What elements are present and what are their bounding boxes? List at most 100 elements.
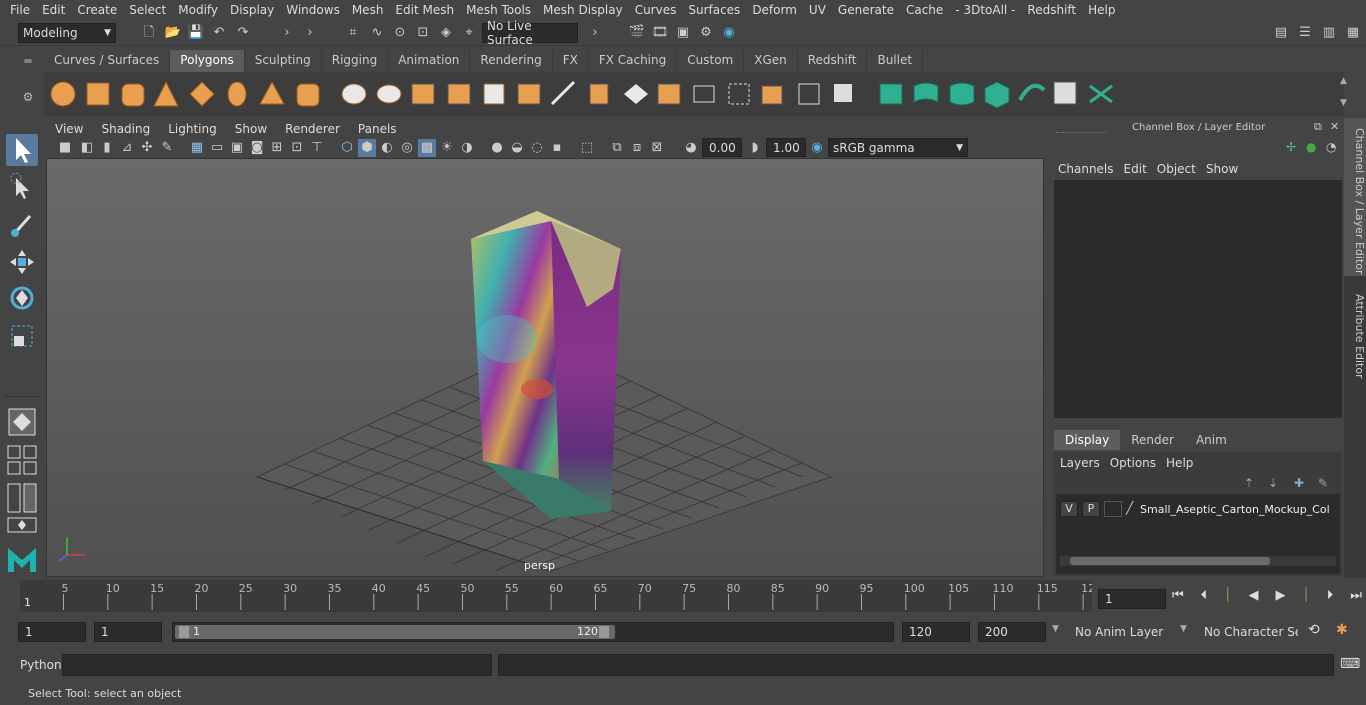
go-to-start-icon[interactable]: ⏮ <box>1172 588 1184 608</box>
menu-file[interactable]: File <box>4 3 36 17</box>
shelf-scroll-up-icon[interactable]: ▲ <box>1340 76 1347 86</box>
script-editor-icon[interactable]: ⌨ <box>1340 656 1360 672</box>
wireframe-icon[interactable]: ⬡ <box>338 139 356 157</box>
visibility-toggle[interactable]: V <box>1060 501 1078 517</box>
shelf-tab-curves-surfaces[interactable]: Curves / Surfaces <box>44 50 171 72</box>
isolate-select-icon[interactable]: ⬚ <box>578 139 596 157</box>
tab-channel-box[interactable]: Channel Box / Layer Editor <box>1344 118 1366 276</box>
anim-layer-dropdown[interactable]: No Anim Layer <box>1068 622 1172 642</box>
snap-point-icon[interactable]: ⊙ <box>391 24 409 42</box>
layout-quad-icon[interactable] <box>6 444 38 476</box>
ambient-occlusion-icon[interactable]: ● <box>488 139 506 157</box>
gear-icon[interactable]: ⚙ <box>18 90 38 104</box>
arrow-right-icon[interactable]: › <box>278 24 296 42</box>
snap-live-icon[interactable]: ⌖ <box>460 24 478 42</box>
lights-icon[interactable]: ☀ <box>438 139 456 157</box>
playback-toggle[interactable]: P <box>1082 501 1100 517</box>
time-slider[interactable]: 5 10 15 20 25 30 35 40 45 50 55 60 65 70 75 80 85 90 95 100… <box>20 580 1095 612</box>
layer-row[interactable]: V P ╱ Small_Aseptic_Carton_Mockup_Color <box>1060 500 1336 518</box>
default-material-icon[interactable]: ◐ <box>378 139 396 157</box>
playback-start-field[interactable]: 1 <box>94 622 162 642</box>
save-scene-icon[interactable]: 💾 <box>187 24 205 42</box>
range-slider-handle[interactable]: 1 120 <box>175 625 615 639</box>
rotate-tool-icon[interactable] <box>6 282 38 314</box>
menu-cache[interactable]: Cache <box>900 3 949 17</box>
gamma-icon[interactable]: ◗ <box>746 139 764 157</box>
shelf-tab-fx[interactable]: FX <box>553 50 589 72</box>
menu-help[interactable]: Help <box>1082 3 1121 17</box>
toggle-panel-icon[interactable]: ▥ <box>1320 24 1338 42</box>
step-forward-icon[interactable]: ⏵ <box>1327 588 1334 608</box>
resolution-gate-icon[interactable]: ▣ <box>228 139 246 157</box>
select-tool-icon[interactable] <box>6 134 38 166</box>
mode-dropdown[interactable]: Modeling ▼ <box>18 23 116 43</box>
menu-edit[interactable]: Edit <box>36 3 71 17</box>
paint-select-icon[interactable] <box>6 208 38 240</box>
range-start-grip[interactable] <box>179 626 189 638</box>
shelf-tab-sculpting[interactable]: Sculpting <box>245 50 322 72</box>
perspective-viewport[interactable]: persp <box>46 158 1044 577</box>
chevron-down-icon[interactable]: ▼ <box>1052 624 1059 634</box>
ipr-render-icon[interactable]: ▣ <box>674 24 692 42</box>
menu-edit-mesh[interactable]: Edit Mesh <box>389 3 460 17</box>
float-panel-icon[interactable]: ⧉ <box>1314 120 1322 134</box>
range-slider[interactable]: 1 120 <box>172 622 894 642</box>
channel-toggle-icon[interactable]: ◔ <box>1326 140 1336 154</box>
two-d-pan-icon[interactable]: ✣ <box>138 139 156 157</box>
layer-tab-render[interactable]: Render <box>1120 430 1185 450</box>
film-gate-icon[interactable]: ▭ <box>208 139 226 157</box>
depth-of-field-icon[interactable]: ▪ <box>548 139 566 157</box>
textured-icon[interactable]: ▩ <box>418 139 436 157</box>
shelf-tab-animation[interactable]: Animation <box>388 50 471 72</box>
chevron-down-icon[interactable]: ▼ <box>1180 624 1187 634</box>
grease-pencil-icon[interactable]: ✎ <box>158 139 176 157</box>
snap-view-icon[interactable]: ⊡ <box>414 24 432 42</box>
shelf-tab-xgen[interactable]: XGen <box>744 50 798 72</box>
layer-menu-options[interactable]: Options <box>1108 456 1164 470</box>
camera-attr-icon[interactable]: ◧ <box>78 139 96 157</box>
motion-blur-icon[interactable]: ◒ <box>508 139 526 157</box>
channelbox-menu-object[interactable]: Object <box>1155 162 1204 176</box>
undo-icon[interactable]: ↶ <box>210 24 228 42</box>
axis-toggle-icon[interactable]: ✢ <box>1286 140 1296 154</box>
channelbox-menu-edit[interactable]: Edit <box>1122 162 1155 176</box>
viewport-menu-panels[interactable]: Panels <box>349 122 406 136</box>
horizontal-scrollbar[interactable] <box>1060 556 1336 566</box>
scrollbar-thumb[interactable] <box>1070 557 1270 565</box>
step-forward-key-icon[interactable]: ⏐ <box>1302 588 1309 608</box>
shadows-icon[interactable]: ◑ <box>458 139 476 157</box>
step-back-key-icon[interactable]: ⏐ <box>1224 588 1231 608</box>
layer-name[interactable]: Small_Aseptic_Carton_Mockup_Color <box>1140 503 1330 516</box>
shelf-tab-custom[interactable]: Custom <box>677 50 745 72</box>
script-language-label[interactable]: Python <box>20 658 62 672</box>
layer-tab-anim[interactable]: Anim <box>1185 430 1238 450</box>
anti-alias-icon[interactable]: ◌ <box>528 139 546 157</box>
character-set-dropdown[interactable]: No Character Set <box>1197 622 1299 642</box>
arrow-right-icon[interactable]: › <box>301 24 319 42</box>
new-scene-icon[interactable]: 🗋 <box>140 24 158 42</box>
grid-icon[interactable]: ▦ <box>188 139 206 157</box>
open-scene-icon[interactable]: 📂 <box>164 24 182 42</box>
move-tool-icon[interactable] <box>6 246 38 278</box>
command-input[interactable] <box>62 654 492 676</box>
live-surface-field[interactable]: No Live Surface <box>482 19 578 47</box>
menu-surfaces[interactable]: Surfaces <box>682 3 746 17</box>
viewport-menu-show[interactable]: Show <box>226 122 276 136</box>
workspace-icon[interactable]: ▤ <box>1272 24 1290 42</box>
viewport-menu-shading[interactable]: Shading <box>92 122 159 136</box>
render-frame-icon[interactable]: 🎬 <box>628 24 646 42</box>
range-end-grip[interactable] <box>599 626 609 638</box>
safe-title-icon[interactable]: ⊤ <box>308 139 326 157</box>
menu-generate[interactable]: Generate <box>832 3 900 17</box>
viewport-menu-renderer[interactable]: Renderer <box>276 122 349 136</box>
menu-modify[interactable]: Modify <box>172 3 224 17</box>
menu-uv[interactable]: UV <box>803 3 832 17</box>
status-dot-icon[interactable]: ● <box>1306 140 1316 154</box>
gate-mask-icon[interactable]: ◙ <box>248 139 266 157</box>
hypershade-icon[interactable]: ◉ <box>720 24 738 42</box>
shelf-tab-bullet[interactable]: Bullet <box>867 50 924 72</box>
hud-icon[interactable]: ⊠ <box>648 139 666 157</box>
tab-attribute-editor[interactable]: Attribute Editor <box>1344 282 1366 382</box>
shelf-tab-redshift[interactable]: Redshift <box>798 50 868 72</box>
play-forward-icon[interactable]: ▶ <box>1275 588 1285 608</box>
